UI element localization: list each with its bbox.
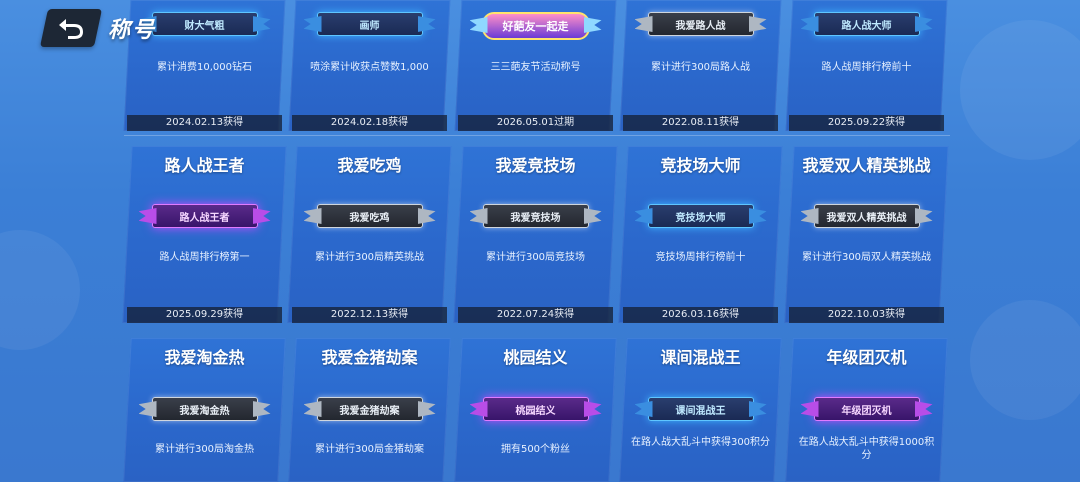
page-title: 称号 [108,18,157,43]
title-badge: 年级团灭机 [813,397,920,421]
acquired-date: 2022.12.13获得 [292,307,447,323]
title-card[interactable]: 好葩友一起走 三三葩友节活动称号 2026.05.01过期 [454,0,617,131]
title-badge: 竞技场大师 [647,204,754,228]
title-description: 拥有500个粉丝 [500,444,571,455]
title-card[interactable]: 我爱吃鸡 我爱吃鸡 累计进行300局精英挑战 2022.12.13获得 [287,146,452,323]
title-description: 在路人战大乱斗中获得300积分 [630,437,771,448]
title-card[interactable]: 我爱路人战 累计进行300局路人战 2022.08.11获得 [619,0,782,131]
title-card[interactable]: 我爱双人精英挑战 我爱双人精英挑战 累计进行300局双人精英挑战 2022.10… [784,146,949,323]
title-description: 在路人战大乱斗中获得1000积分 [798,437,935,461]
acquired-date: 2025.09.29获得 [127,307,282,323]
title-description: 累计进行300局竞技场 [485,252,586,263]
title-badge: 好葩友一起走 [481,12,590,40]
title-badge: 我爱吃鸡 [316,204,423,228]
title-card[interactable]: 路人战大师 路人战周排行榜前十 2025.09.22获得 [785,0,948,131]
title-card[interactable]: 年级团灭机 年级团灭机 在路人战大乱斗中获得1000积分 [785,338,948,482]
acquired-date: 2024.02.18获得 [292,115,447,131]
acquired-date: 2022.08.11获得 [623,115,778,131]
title-description: 累计进行300局双人精英挑战 [801,252,932,263]
acquired-date: 2022.07.24获得 [458,307,613,323]
title-card[interactable]: 路人战王者 路人战王者 路人战周排行榜第一 2025.09.29获得 [122,146,287,323]
expiry-date: 2026.05.01过期 [458,115,613,131]
title-card[interactable]: 竞技场大师 竞技场大师 竞技场周排行榜前十 2026.03.16获得 [618,146,783,323]
title-badge: 路人战大师 [813,12,920,36]
title-name: 我爱金猪劫案 [321,348,418,367]
title-card[interactable]: 我爱淘金热 我爱淘金热 累计进行300局淘金热 [123,338,286,482]
back-button[interactable] [39,9,103,47]
title-name: 竞技场大师 [660,156,741,175]
title-badge: 画师 [316,12,423,36]
title-badge: 我爱双人精英挑战 [813,204,920,228]
title-badge: 路人战王者 [151,204,258,228]
title-description: 累计进行300局精英挑战 [314,252,425,263]
title-name: 年级团灭机 [826,348,907,367]
title-name: 我爱淘金热 [164,348,245,367]
title-description: 累计进行300局路人战 [650,62,751,73]
header: 称号 [39,8,157,48]
title-badge: 我爱金猪劫案 [316,397,423,421]
row-divider [124,135,950,136]
title-card-grid: 财大气粗 累计消费10,000钻石 2024.02.13获得 画师 喷涂累计收获… [0,0,1080,482]
back-arrow-icon [59,19,83,39]
title-badge: 课间混战王 [647,397,754,421]
title-badge: 我爱淘金热 [151,397,258,421]
title-badge: 我爱路人战 [647,12,754,36]
title-card[interactable]: 我爱竞技场 我爱竞技场 累计进行300局竞技场 2022.07.24获得 [453,146,618,323]
title-name: 我爱竞技场 [495,156,576,175]
title-description: 累计消费10,000钻石 [157,62,252,73]
acquired-date: 2025.09.22获得 [789,115,944,131]
title-name: 桃园结义 [503,348,568,367]
title-description: 三三葩友节活动称号 [490,62,581,73]
title-description: 累计进行300局金猪劫案 [314,444,425,455]
title-card[interactable]: 课间混战王 课间混战王 在路人战大乱斗中获得300积分 [619,338,782,482]
title-card[interactable]: 画师 喷涂累计收获点赞数1,000 2024.02.18获得 [288,0,451,131]
title-description: 路人战周排行榜第一 [159,252,250,263]
title-name: 我爱双人精英挑战 [802,156,931,175]
acquired-date: 2022.10.03获得 [789,307,944,323]
title-name: 路人战王者 [164,156,245,175]
acquired-date: 2024.02.13获得 [127,115,282,131]
title-card[interactable]: 我爱金猪劫案 我爱金猪劫案 累计进行300局金猪劫案 [288,338,451,482]
title-description: 路人战周排行榜前十 [821,62,912,73]
title-description: 喷涂累计收获点赞数1,000 [310,62,429,73]
title-name: 我爱吃鸡 [337,156,402,175]
title-badge: 财大气粗 [151,12,258,36]
title-name: 课间混战王 [660,348,741,367]
title-description: 竞技场周排行榜前十 [655,252,746,263]
title-description: 累计进行300局淘金热 [154,444,255,455]
acquired-date: 2026.03.16获得 [623,307,778,323]
title-badge: 我爱竞技场 [482,204,589,228]
title-badge: 桃园结义 [482,397,589,421]
title-card[interactable]: 桃园结义 桃园结义 拥有500个粉丝 [454,338,617,482]
